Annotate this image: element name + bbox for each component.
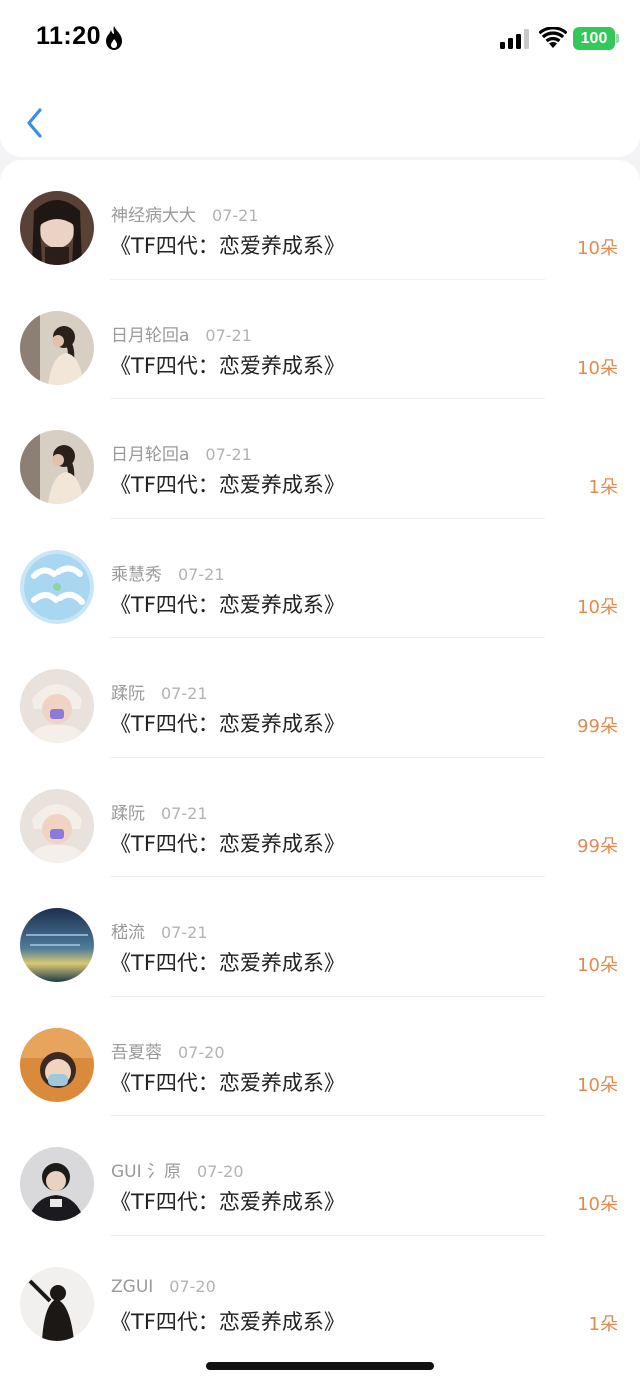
gift-record-list: 神经病大大 07-21 《TF四代：恋爱养成系》 10朵 日月轮回a 07-21 《TF四代… — [0, 160, 640, 1386]
avatar-photo-icon — [20, 669, 94, 743]
date: 07-21 — [212, 206, 259, 225]
item-meta: 吾夏蓉 07-20 — [111, 1038, 225, 1064]
gift-amount: 10朵 — [577, 238, 618, 259]
book-title[interactable]: 《TF四代：恋爱养成系》 — [110, 350, 345, 380]
avatar[interactable] — [20, 549, 94, 624]
date: 07-20 — [197, 1162, 244, 1181]
book-title[interactable]: 《TF四代：恋爱养成系》 — [110, 708, 345, 738]
book-title[interactable]: 《TF四代：恋爱养成系》 — [110, 469, 345, 499]
username[interactable]: 日月轮回a — [111, 326, 189, 346]
date: 07-21 — [161, 684, 208, 703]
gift-amount: 99朵 — [577, 835, 618, 857]
avatar[interactable] — [20, 788, 94, 863]
date: 07-20 — [169, 1276, 216, 1296]
list-item[interactable]: ZGUI 07-20 《TF四代：恋爱养成系》 1朵 — [0, 1236, 640, 1356]
book-title[interactable]: 《TF四代：恋爱养成系》 — [110, 1067, 345, 1097]
item-meta: 神经病大大 07-21 — [111, 201, 259, 227]
avatar-photo-icon — [20, 549, 94, 624]
gift-amount: 1朵 — [588, 477, 618, 498]
book-title[interactable]: 《TF四代：恋爱养成系》 — [110, 1186, 345, 1216]
item-meta: 蹂阮 07-21 — [111, 799, 208, 825]
list-item[interactable]: 日月轮回a 07-21 《TF四代：恋爱养成系》 1朵 — [0, 399, 640, 519]
gift-amount: 10朵 — [577, 1194, 618, 1215]
avatar[interactable] — [20, 191, 94, 265]
username[interactable]: 神经病大大 — [111, 206, 196, 226]
username[interactable]: 蹂阮 — [111, 804, 145, 824]
battery-cap — [616, 34, 619, 43]
list-item[interactable]: 吾夏蓉 07-20 《TF四代：恋爱养成系》 10朵 — [0, 997, 640, 1116]
date: 07-21 — [205, 325, 252, 345]
status-time: 11:20 — [36, 22, 102, 50]
item-meta: 嵇流 07-21 — [111, 918, 208, 944]
list-item[interactable]: 蹂阮 07-21 《TF四代：恋爱养成系》 99朵 — [0, 638, 640, 758]
avatar-photo-icon — [20, 191, 94, 265]
book-title[interactable]: 《TF四代：恋爱养成系》 — [110, 947, 345, 977]
avatar[interactable] — [20, 1027, 94, 1102]
battery-indicator: 100 — [573, 27, 615, 50]
avatar-photo-icon — [20, 430, 94, 504]
item-meta: 日月轮回a 07-21 — [111, 440, 252, 466]
item-meta: GUI 氵原 07-20 — [111, 1157, 244, 1183]
date: 07-21 — [205, 445, 252, 464]
list-item[interactable]: 乘慧秀 07-21 《TF四代：恋爱养成系》 10朵 — [0, 519, 640, 638]
list-item[interactable]: 日月轮回a 07-21 《TF四代：恋爱养成系》 10朵 — [0, 280, 640, 399]
header: 11:20 100 — [0, 0, 640, 157]
item-meta: 乘慧秀 07-21 — [111, 560, 225, 586]
cellular-signal-icon — [500, 29, 529, 49]
username[interactable]: GUI 氵原 — [111, 1162, 181, 1182]
list-item[interactable]: GUI 氵原 07-20 《TF四代：恋爱养成系》 10朵 — [0, 1116, 640, 1236]
list-item[interactable]: 神经病大大 07-21 《TF四代：恋爱养成系》 10朵 — [0, 160, 640, 280]
date: 07-21 — [178, 564, 225, 584]
wifi-icon — [539, 27, 567, 48]
avatar-photo-icon — [20, 1027, 94, 1102]
avatar-photo-icon — [20, 310, 94, 385]
username[interactable]: 日月轮回a — [111, 445, 189, 465]
list-item[interactable]: 蹂阮 07-21 《TF四代：恋爱养成系》 99朵 — [0, 758, 640, 877]
username[interactable]: 嵇流 — [111, 923, 145, 943]
avatar-photo-icon — [20, 908, 94, 982]
username[interactable]: ZGUI — [111, 1277, 153, 1297]
book-title[interactable]: 《TF四代：恋爱养成系》 — [110, 230, 345, 260]
date: 07-20 — [178, 1042, 225, 1062]
avatar[interactable] — [20, 310, 94, 385]
chevron-left-icon — [27, 108, 42, 138]
gift-amount: 10朵 — [577, 596, 618, 618]
username[interactable]: 蹂阮 — [111, 684, 145, 704]
flame-icon — [106, 26, 122, 50]
back-button[interactable] — [22, 104, 48, 142]
list-item[interactable]: 嵇流 07-21 《TF四代：恋爱养成系》 10朵 — [0, 877, 640, 997]
book-title[interactable]: 《TF四代：恋爱养成系》 — [110, 828, 345, 858]
item-meta: 蹂阮 07-21 — [111, 679, 208, 705]
date: 07-21 — [161, 803, 208, 823]
status-bar: 11:20 100 — [0, 0, 640, 78]
avatar-photo-icon — [20, 1266, 94, 1341]
username[interactable]: 吾夏蓉 — [111, 1043, 162, 1063]
avatar[interactable] — [20, 1266, 94, 1341]
item-meta: ZGUI 07-20 — [111, 1277, 216, 1303]
item-meta: 日月轮回a 07-21 — [111, 321, 252, 347]
gift-amount: 1朵 — [588, 1313, 618, 1335]
username[interactable]: 乘慧秀 — [111, 565, 162, 585]
avatar[interactable] — [20, 908, 94, 982]
gift-amount: 10朵 — [577, 955, 618, 976]
avatar-photo-icon — [20, 1147, 94, 1221]
avatar[interactable] — [20, 430, 94, 504]
book-title[interactable]: 《TF四代：恋爱养成系》 — [110, 1306, 345, 1336]
gift-amount: 99朵 — [577, 716, 618, 737]
avatar[interactable] — [20, 1147, 94, 1221]
gift-amount: 10朵 — [577, 1074, 618, 1096]
avatar-photo-icon — [20, 788, 94, 863]
book-title[interactable]: 《TF四代：恋爱养成系》 — [110, 589, 345, 619]
avatar[interactable] — [20, 669, 94, 743]
gift-amount: 10朵 — [577, 357, 618, 379]
date: 07-21 — [161, 923, 208, 942]
home-indicator — [206, 1362, 434, 1370]
